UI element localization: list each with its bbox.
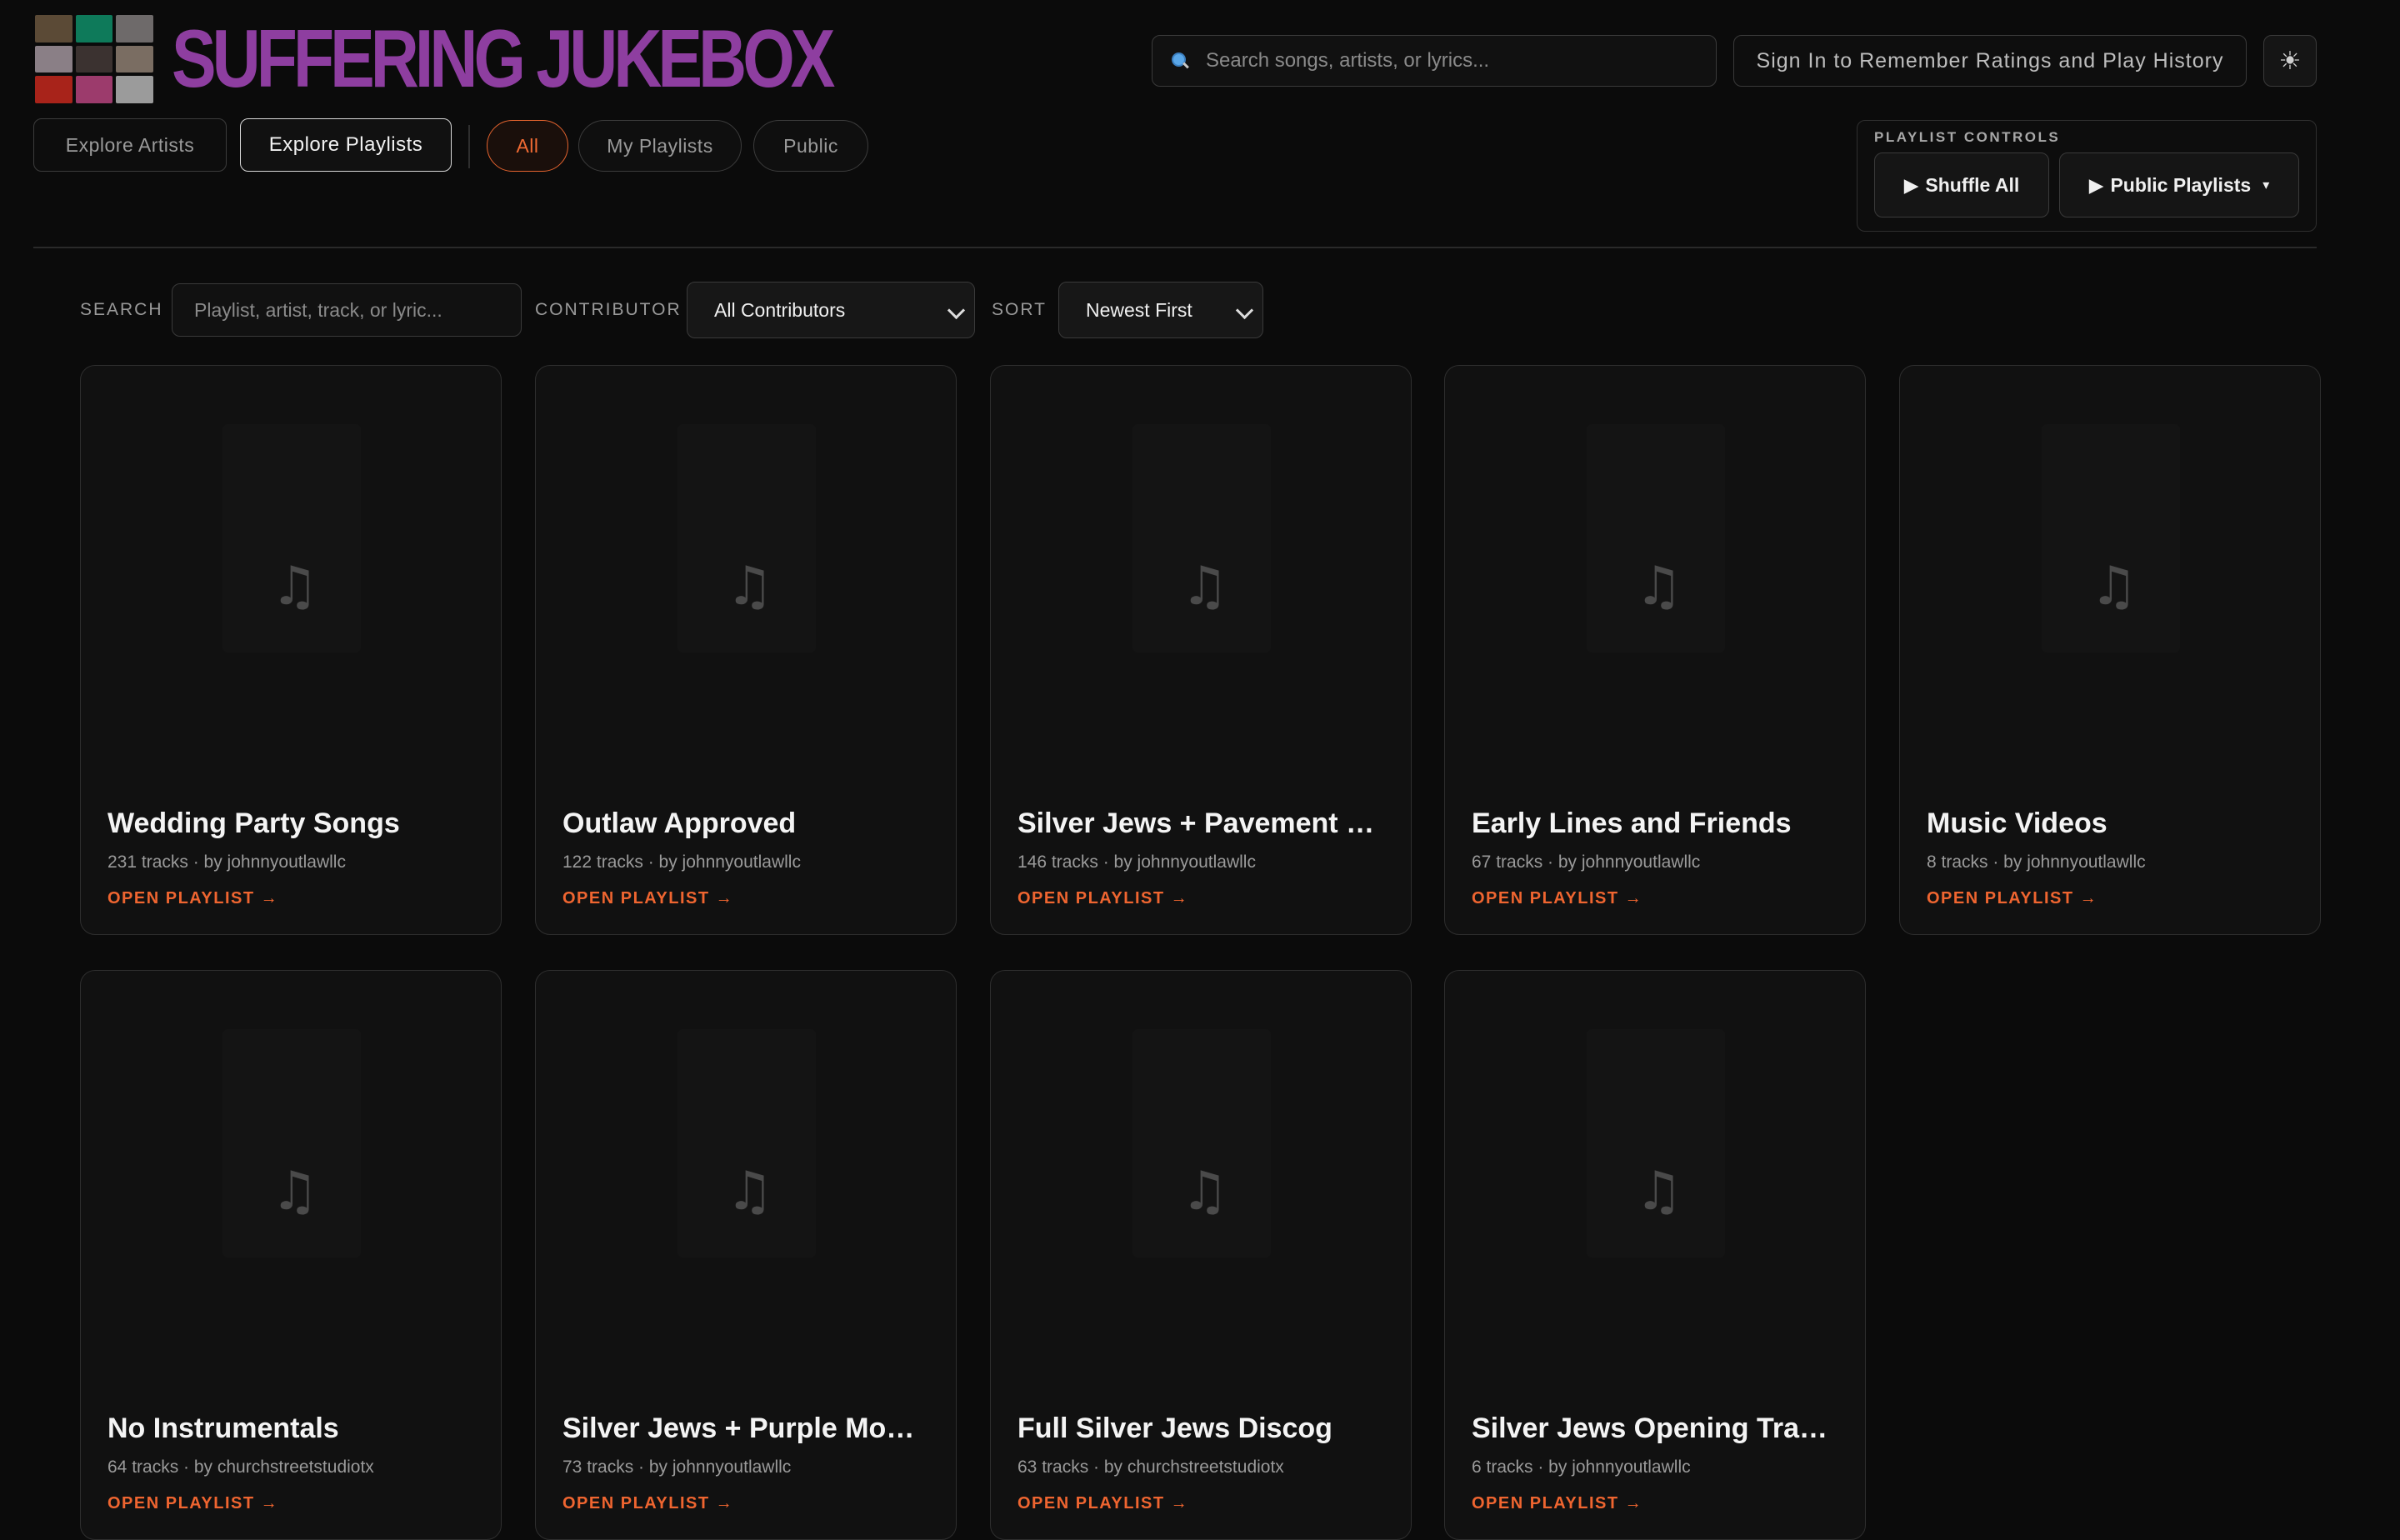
playlist-card[interactable]: ♫ Music Videos 8 tracks · by johnnyoutlawl… bbox=[1899, 365, 2321, 935]
music-note-icon: ♫ bbox=[1181, 1161, 1229, 1222]
open-playlist-link[interactable]: OPEN PLAYLIST → bbox=[562, 889, 733, 908]
global-search-input[interactable] bbox=[1204, 48, 1674, 73]
playlist-card[interactable]: ♫ Silver Jews Opening Tra… 6 tracks · by j… bbox=[1444, 970, 1866, 1540]
header-divider bbox=[33, 247, 2317, 248]
playlist-card[interactable]: ♫ Full Silver Jews Discog 63 tracks · by c… bbox=[990, 970, 1412, 1540]
playlist-title[interactable]: Full Silver Jews Discog bbox=[1018, 1412, 1384, 1445]
sort-value: Newest First bbox=[1086, 298, 1192, 321]
sun-icon: ☀ bbox=[2278, 47, 2302, 75]
playlist-art-placeholder bbox=[1132, 424, 1271, 652]
public-playlists-button[interactable]: ▶ Public Playlists ▾ bbox=[2059, 152, 2299, 218]
playlist-controls: PLAYLIST CONTROLS ▶ Shuffle All ▶ Public… bbox=[1857, 120, 2317, 232]
logo-tile bbox=[116, 45, 153, 73]
logo-tile bbox=[75, 76, 113, 103]
playlist-meta: 122 tracks · by johnnyoutlawllc bbox=[562, 852, 801, 872]
playlist-meta: 146 tracks · by johnnyoutlawllc bbox=[1018, 852, 1256, 872]
music-note-icon: ♫ bbox=[1635, 556, 1683, 618]
shuffle-all-button[interactable]: ▶ Shuffle All bbox=[1874, 152, 2049, 218]
playlist-art-placeholder bbox=[2042, 424, 2180, 652]
playlist-art-placeholder bbox=[222, 1029, 361, 1258]
music-note-icon: ♫ bbox=[1181, 556, 1229, 618]
filter-my-playlists[interactable]: My Playlists bbox=[578, 120, 742, 172]
music-note-icon: ♫ bbox=[726, 1161, 774, 1222]
playlist-meta: 73 tracks · by johnnyoutlawllc bbox=[562, 1458, 792, 1477]
caret-down-icon: ▾ bbox=[2262, 178, 2270, 192]
playlist-title[interactable]: Outlaw Approved bbox=[562, 808, 929, 840]
global-search[interactable] bbox=[1152, 35, 1717, 87]
open-playlist-link[interactable]: OPEN PLAYLIST → bbox=[1472, 1494, 1642, 1513]
tab-explore-artists[interactable]: Explore Artists bbox=[33, 118, 227, 172]
open-playlist-link[interactable]: OPEN PLAYLIST → bbox=[108, 889, 278, 908]
logo-tile bbox=[75, 45, 113, 73]
playlist-search-input[interactable]: Playlist, artist, track, or lyric... bbox=[172, 283, 522, 337]
playlist-art-placeholder bbox=[678, 1029, 816, 1258]
open-playlist-link[interactable]: OPEN PLAYLIST → bbox=[562, 1494, 733, 1513]
playlist-card[interactable]: ♫ Silver Jews + Purple Mo… 73 tracks · by … bbox=[535, 970, 957, 1540]
playlist-art-placeholder bbox=[678, 424, 816, 652]
app-title[interactable]: SUFFERING JUKEBOX bbox=[172, 7, 835, 110]
sort-select[interactable]: Newest First bbox=[1058, 282, 1263, 338]
playlist-title[interactable]: Silver Jews + Purple Mo… bbox=[562, 1412, 929, 1445]
play-icon: ▶ bbox=[2088, 173, 2104, 196]
logo-tile bbox=[35, 76, 72, 103]
logo-tile bbox=[35, 15, 72, 42]
filter-public[interactable]: Public bbox=[753, 120, 868, 172]
public-playlists-label: Public Playlists bbox=[2110, 173, 2252, 196]
tab-explore-playlists[interactable]: Explore Playlists bbox=[240, 118, 452, 172]
playlist-title[interactable]: Early Lines and Friends bbox=[1472, 808, 1838, 840]
chevron-down-icon bbox=[947, 301, 966, 320]
open-playlist-link[interactable]: OPEN PLAYLIST → bbox=[1472, 889, 1642, 908]
tab-divider bbox=[468, 125, 470, 168]
chevron-down-icon bbox=[1235, 301, 1254, 320]
playlist-title[interactable]: No Instrumentals bbox=[108, 1412, 474, 1445]
playlist-art-placeholder bbox=[1587, 1029, 1725, 1258]
playlist-meta: 64 tracks · by churchstreetstudiotx bbox=[108, 1458, 374, 1477]
filter-all[interactable]: All bbox=[487, 120, 568, 172]
playlist-art-placeholder bbox=[1132, 1029, 1271, 1258]
open-playlist-link[interactable]: OPEN PLAYLIST → bbox=[1018, 1494, 1188, 1513]
playlist-meta: 63 tracks · by churchstreetstudiotx bbox=[1018, 1458, 1284, 1477]
sign-in-button[interactable]: Sign In to Remember Ratings and Play His… bbox=[1733, 35, 2247, 87]
app-logo[interactable] bbox=[35, 15, 153, 103]
playlist-title[interactable]: Silver Jews Opening Tra… bbox=[1472, 1412, 1838, 1445]
sort-label: SORT bbox=[992, 300, 1047, 319]
open-playlist-link[interactable]: OPEN PLAYLIST → bbox=[1018, 889, 1188, 908]
playlist-controls-caption: PLAYLIST CONTROLS bbox=[1874, 129, 2061, 145]
playlist-title[interactable]: Silver Jews + Pavement … bbox=[1018, 808, 1384, 840]
contributor-value: All Contributors bbox=[714, 298, 846, 321]
playlist-card[interactable]: ♫ Wedding Party Songs 231 tracks · by john… bbox=[80, 365, 502, 935]
music-note-icon: ♫ bbox=[271, 1161, 319, 1222]
playlist-art-placeholder bbox=[1587, 424, 1725, 652]
music-note-icon: ♫ bbox=[726, 556, 774, 618]
playlist-title[interactable]: Music Videos bbox=[1927, 808, 2293, 840]
logo-tile bbox=[35, 45, 72, 73]
logo-tile bbox=[116, 15, 153, 42]
search-icon bbox=[1171, 52, 1189, 70]
playlist-meta: 67 tracks · by johnnyoutlawllc bbox=[1472, 852, 1701, 872]
playlist-meta: 8 tracks · by johnnyoutlawllc bbox=[1927, 852, 2146, 872]
logo-tile bbox=[116, 76, 153, 103]
open-playlist-link[interactable]: OPEN PLAYLIST → bbox=[108, 1494, 278, 1513]
playlist-card[interactable]: ♫ Outlaw Approved 122 tracks · by johnnyou… bbox=[535, 365, 957, 935]
playlist-meta: 6 tracks · by johnnyoutlawllc bbox=[1472, 1458, 1691, 1477]
music-note-icon: ♫ bbox=[1635, 1161, 1683, 1222]
playlist-card[interactable]: ♫ Silver Jews + Pavement … 146 tracks · by… bbox=[990, 365, 1412, 935]
music-note-icon: ♫ bbox=[271, 556, 319, 618]
playlist-title[interactable]: Wedding Party Songs bbox=[108, 808, 474, 840]
music-note-icon: ♫ bbox=[2090, 556, 2138, 618]
playlist-art-placeholder bbox=[222, 424, 361, 652]
playlist-card[interactable]: ♫ No Instrumentals 64 tracks · by churchst… bbox=[80, 970, 502, 1540]
play-icon: ▶ bbox=[1903, 173, 1919, 196]
contributor-select[interactable]: All Contributors bbox=[687, 282, 975, 338]
search-label: SEARCH bbox=[80, 300, 163, 319]
playlist-meta: 231 tracks · by johnnyoutlawllc bbox=[108, 852, 346, 872]
theme-toggle-button[interactable]: ☀ bbox=[2263, 35, 2317, 87]
contributor-label: CONTRIBUTOR bbox=[535, 300, 682, 319]
open-playlist-link[interactable]: OPEN PLAYLIST → bbox=[1927, 889, 2098, 908]
shuffle-all-label: Shuffle All bbox=[1925, 173, 2020, 196]
playlist-card[interactable]: ♫ Early Lines and Friends 67 tracks · by j… bbox=[1444, 365, 1866, 935]
logo-tile bbox=[75, 15, 113, 42]
